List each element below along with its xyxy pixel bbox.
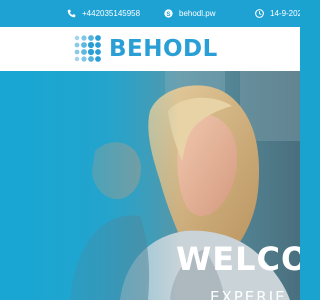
phone-contact[interactable]: +442035145958: [67, 0, 140, 27]
skype-icon: S: [164, 9, 173, 18]
svg-text:S: S: [166, 11, 170, 18]
contact-bar: +442035145958 S behodl.pw 14-9-202: [0, 0, 300, 27]
site-logo[interactable]: BEHODL: [72, 33, 218, 65]
dot-grid-logo-icon: [74, 35, 101, 62]
skype-link[interactable]: behodl.pw: [179, 9, 215, 18]
date-text: 14-9-202: [270, 9, 300, 18]
page: +442035145958 S behodl.pw 14-9-202 BEHOD…: [0, 0, 300, 300]
phone-icon: [67, 9, 76, 18]
phone-number: +442035145958: [82, 9, 141, 18]
logo-text: BEHODL: [109, 36, 218, 62]
skype-contact[interactable]: S behodl.pw: [164, 0, 215, 27]
hero-title: WELCO: [176, 240, 300, 278]
clock-icon: [255, 9, 264, 18]
hero-banner: WELCO EXPERIE: [0, 71, 300, 300]
site-header: BEHODL: [0, 27, 300, 71]
hero-subtitle: EXPERIE: [210, 288, 287, 300]
date-display: 14-9-202: [255, 0, 300, 27]
